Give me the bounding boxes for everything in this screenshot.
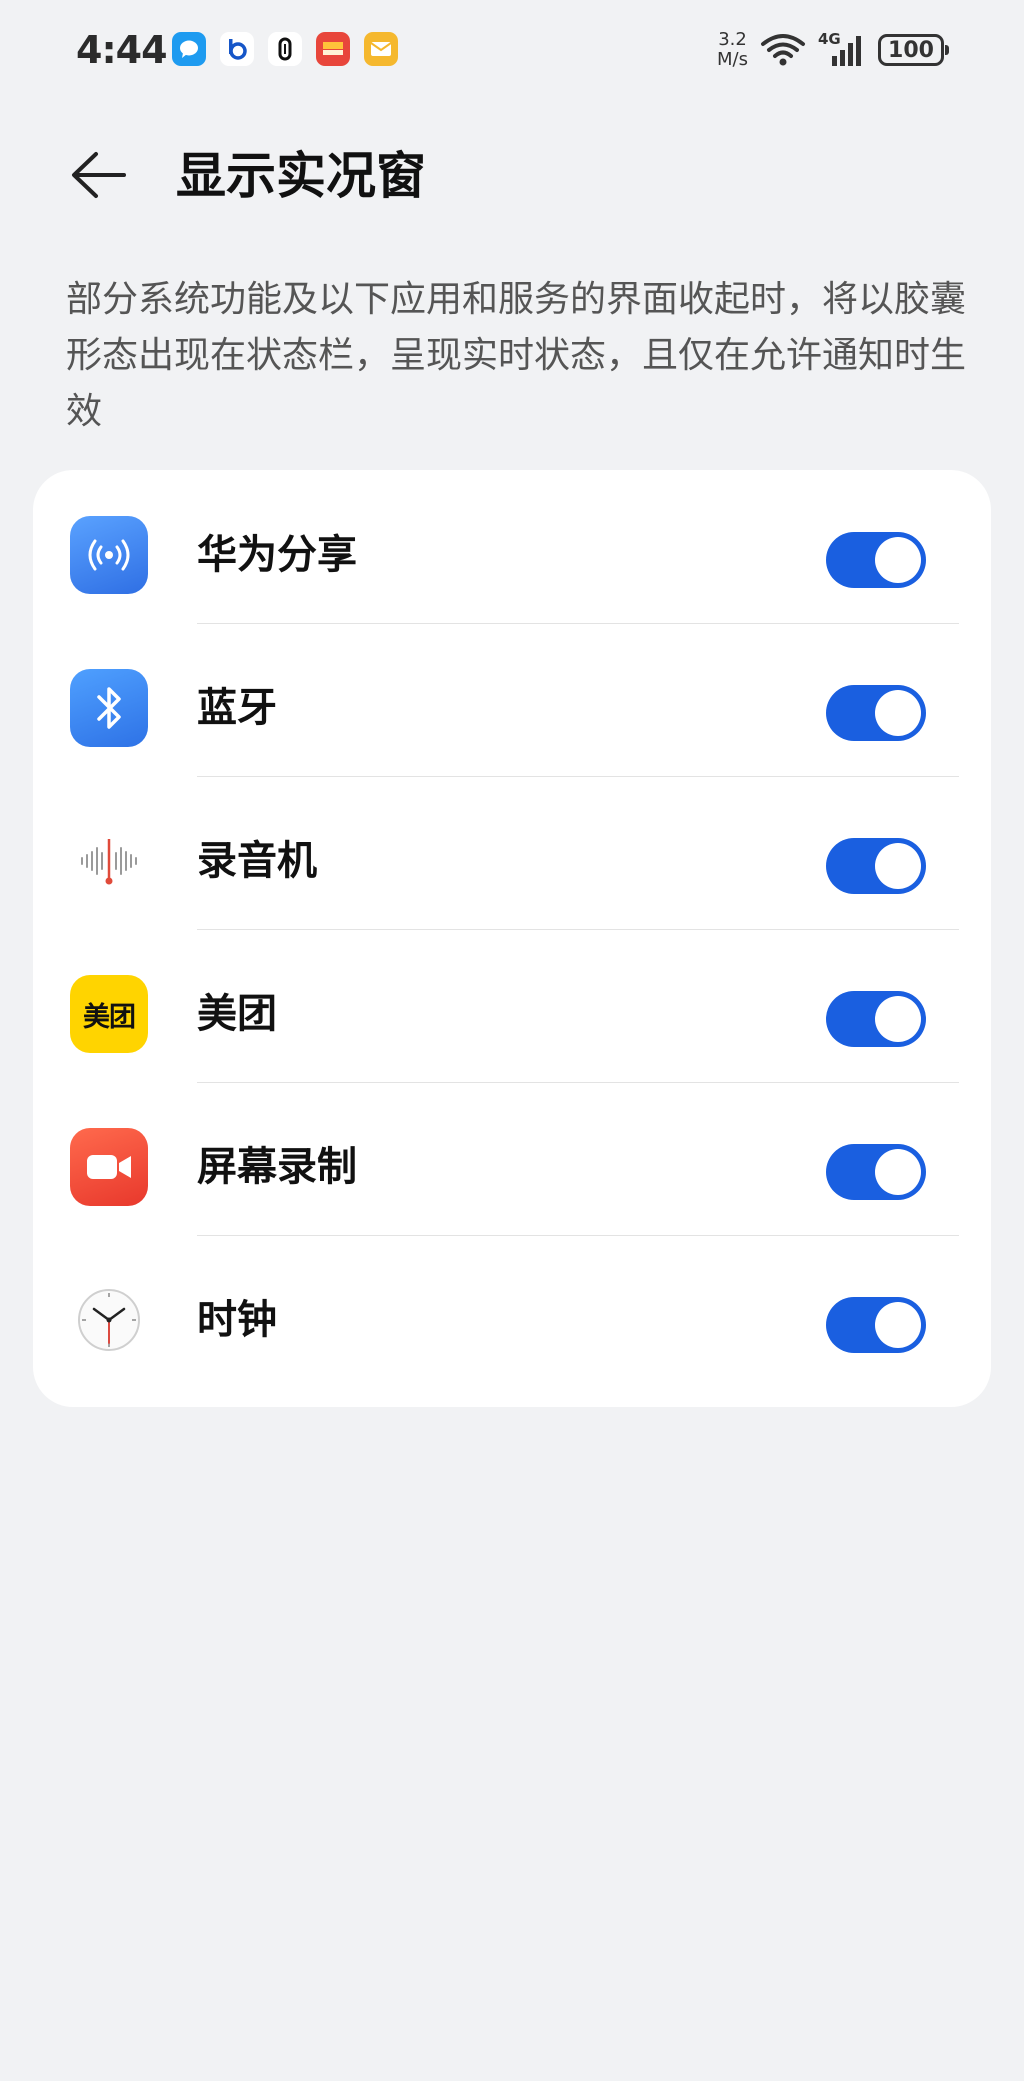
clock-toggle[interactable]	[826, 1297, 926, 1353]
list-item-label: 华为分享	[197, 532, 357, 578]
status-bar: 4:44 3.2 M/s 4G 100	[0, 0, 1024, 100]
list-item-huawei-share[interactable]: 华为分享	[33, 470, 991, 624]
huawei-share-icon	[70, 516, 148, 594]
toggle-knob	[875, 690, 921, 736]
toggle-knob	[875, 996, 921, 1042]
list-item-meituan[interactable]: 美团 美团	[33, 929, 991, 1083]
list-item-label: 蓝牙	[197, 685, 277, 731]
wifi-icon	[761, 34, 805, 66]
bluetooth-toggle[interactable]	[826, 685, 926, 741]
toggle-knob	[875, 537, 921, 583]
screen-record-icon	[70, 1128, 148, 1206]
signal-bars-icon	[832, 36, 861, 66]
list-item-label: 美团	[197, 991, 277, 1037]
app-notification-icon	[268, 32, 302, 66]
screen-record-toggle[interactable]	[826, 1144, 926, 1200]
back-arrow-icon	[72, 152, 126, 198]
meituan-logo-text: 美团	[83, 1001, 136, 1033]
baidu-icon	[220, 32, 254, 66]
huawei-share-toggle[interactable]	[826, 532, 926, 588]
list-item-screen-record[interactable]: 屏幕录制	[33, 1082, 991, 1236]
bluetooth-icon	[70, 669, 148, 747]
description-text: 部分系统功能及以下应用和服务的界面收起时，将以胶囊形态出现在状态栏，呈现实时状态…	[66, 279, 967, 432]
page-title: 显示实况窗	[176, 147, 426, 205]
list-item-clock[interactable]: 时钟	[33, 1235, 991, 1388]
huawei-video-icon	[316, 32, 350, 66]
live-window-list: 华为分享 蓝牙 录音机 美团 美团 屏幕录制 时钟	[33, 470, 991, 1407]
toggle-knob	[875, 843, 921, 889]
email-icon	[364, 32, 398, 66]
network-speed-unit: M/s	[717, 49, 748, 70]
clock-icon	[70, 1281, 148, 1359]
recorder-toggle[interactable]	[826, 838, 926, 894]
header: 显示实况窗	[0, 130, 1024, 220]
network-speed: 3.2 M/s	[717, 30, 748, 70]
network-speed-value: 3.2	[718, 29, 747, 50]
battery-indicator: 100	[878, 34, 949, 66]
meituan-icon: 美团	[70, 975, 148, 1053]
cellular-signal: 4G	[818, 30, 866, 68]
list-item-label: 屏幕录制	[197, 1144, 357, 1190]
notification-icons	[172, 32, 398, 66]
list-item-recorder[interactable]: 录音机	[33, 776, 991, 930]
recorder-icon	[70, 822, 148, 900]
status-right: 3.2 M/s 4G 100	[717, 26, 949, 74]
meituan-toggle[interactable]	[826, 991, 926, 1047]
toggle-knob	[875, 1302, 921, 1348]
status-time: 4:44	[76, 28, 168, 72]
list-item-label: 录音机	[197, 838, 317, 884]
back-button[interactable]	[62, 142, 134, 208]
toggle-knob	[875, 1149, 921, 1195]
list-item-bluetooth[interactable]: 蓝牙	[33, 623, 991, 777]
message-icon	[172, 32, 206, 66]
list-item-label: 时钟	[197, 1297, 277, 1343]
